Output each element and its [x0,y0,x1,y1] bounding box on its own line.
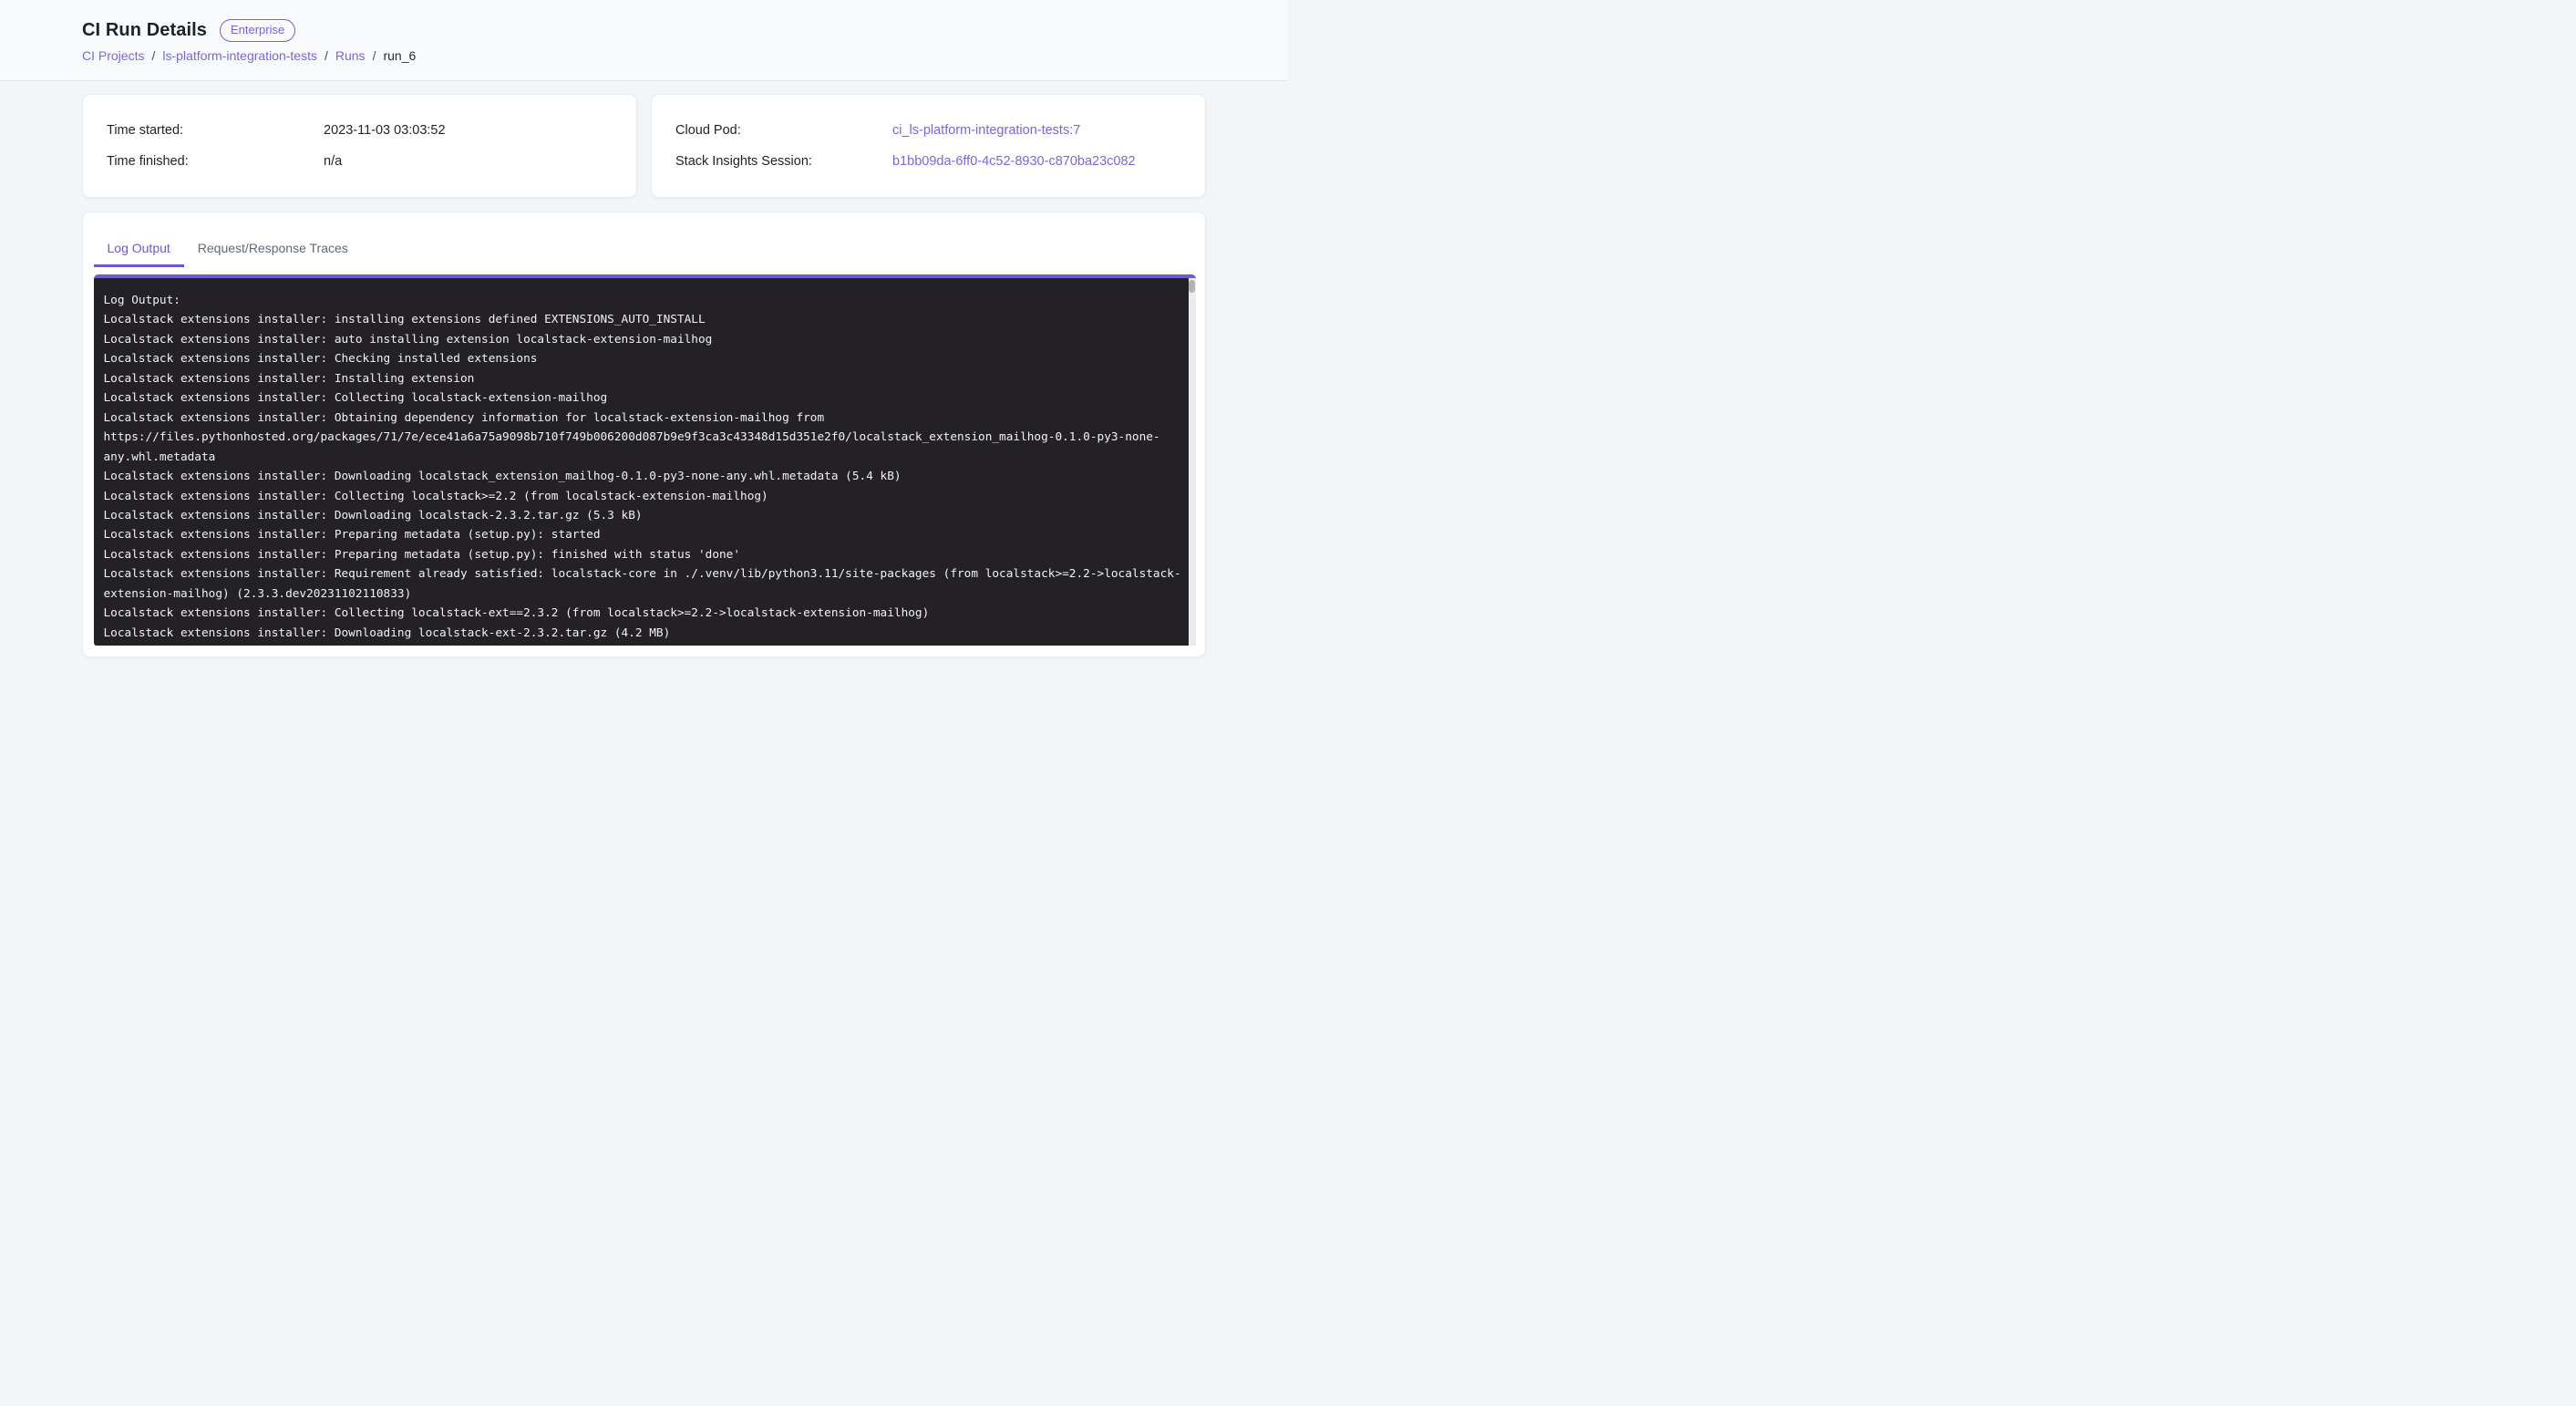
breadcrumb-separator: / [373,48,376,63]
breadcrumb-item: Runs / [335,48,384,63]
title-row: CI Run Details Enterprise [82,19,1206,42]
breadcrumb: CI Projects / ls-platform-integration-te… [82,48,1206,63]
log-line: https://files.pythonhosted.org/packages/… [104,428,1183,447]
info-card-times: Time started: 2023-11-03 03:03:52 Time f… [82,94,637,198]
log-line: Localstack extensions installer: Collect… [104,388,1183,408]
log-line: Localstack extensions installer: Downloa… [104,506,1183,525]
terminal-scrollbar-thumb[interactable] [1189,280,1195,293]
log-line: Localstack extensions installer: install… [104,310,1183,329]
breadcrumb-separator: / [151,48,155,63]
log-line: Localstack extensions installer: Obtaini… [104,408,1183,428]
log-line: Localstack extensions installer: Prepari… [104,545,1183,564]
log-line: any.whl.metadata [104,448,1183,467]
log-line: Localstack extensions installer: Downloa… [104,624,1183,643]
info-cards-row: Time started: 2023-11-03 03:03:52 Time f… [82,94,1206,198]
page-title: CI Run Details [82,20,207,41]
tab-request-response-traces[interactable]: Request/Response Traces [184,234,362,267]
info-row: Cloud Pod: ci_ls-platform-integration-te… [675,121,1181,140]
terminal-scrollbar[interactable] [1189,278,1196,646]
log-line: Log Output: [104,291,1183,310]
cloud-pod-link[interactable]: ci_ls-platform-integration-tests:7 [892,121,1080,140]
breadcrumb-link-runs[interactable]: Runs [335,48,366,63]
log-line: extension-mailhog) (2.3.3.dev20231102110… [104,584,1183,604]
info-row: Time finished: n/a [107,152,613,171]
log-line: Localstack extensions installer: auto in… [104,330,1183,349]
log-line: Localstack extensions installer: Prepari… [104,525,1183,544]
main-content: Time started: 2023-11-03 03:03:52 Time f… [0,81,1288,657]
log-output-card: Log Output Request/Response Traces Log O… [82,212,1206,657]
breadcrumb-item: CI Projects / [82,48,162,63]
info-label: Stack Insights Session: [675,152,892,171]
stack-insights-session-link[interactable]: b1bb09da-6ff0-4c52-8930-c870ba23c082 [892,152,1136,171]
log-line: Localstack extensions installer: Require… [104,564,1183,584]
breadcrumb-current-run: run_6 [383,48,416,63]
page-header: CI Run Details Enterprise CI Projects / … [0,0,1288,81]
breadcrumb-link-ci-projects[interactable]: CI Projects [82,48,144,63]
log-line: Localstack extensions installer: Collect… [104,487,1183,506]
log-line: Localstack extensions installer: Install… [104,369,1183,388]
breadcrumb-link-project[interactable]: ls-platform-integration-tests [162,48,317,63]
breadcrumb-separator: / [325,48,328,63]
log-line: Localstack extensions installer: Downloa… [104,467,1183,486]
info-row: Stack Insights Session: b1bb09da-6ff0-4c… [675,152,1181,171]
log-line: Localstack extensions installer: Collect… [104,604,1183,623]
time-started-value: 2023-11-03 03:03:52 [324,121,446,140]
terminal-log-lines: Log Output: Localstack extensions instal… [94,278,1196,646]
info-label: Cloud Pod: [675,121,892,140]
info-label: Time finished: [107,152,324,171]
log-line: Localstack extensions installer: ━━━━━━━… [104,643,1183,646]
tab-log-output[interactable]: Log Output [94,234,184,267]
log-output-terminal[interactable]: Log Output: Localstack extensions instal… [94,274,1196,646]
time-finished-value: n/a [324,152,342,171]
breadcrumb-item: run_6 / [383,48,416,63]
info-label: Time started: [107,121,324,140]
enterprise-badge: Enterprise [220,19,295,42]
log-line: Localstack extensions installer: Checkin… [104,349,1183,368]
tab-bar: Log Output Request/Response Traces [83,212,1205,267]
ci-run-details-page: CI Run Details Enterprise CI Projects / … [0,0,1288,703]
info-row: Time started: 2023-11-03 03:03:52 [107,121,613,140]
breadcrumb-item: ls-platform-integration-tests / [162,48,335,63]
info-card-session: Cloud Pod: ci_ls-platform-integration-te… [651,94,1206,198]
